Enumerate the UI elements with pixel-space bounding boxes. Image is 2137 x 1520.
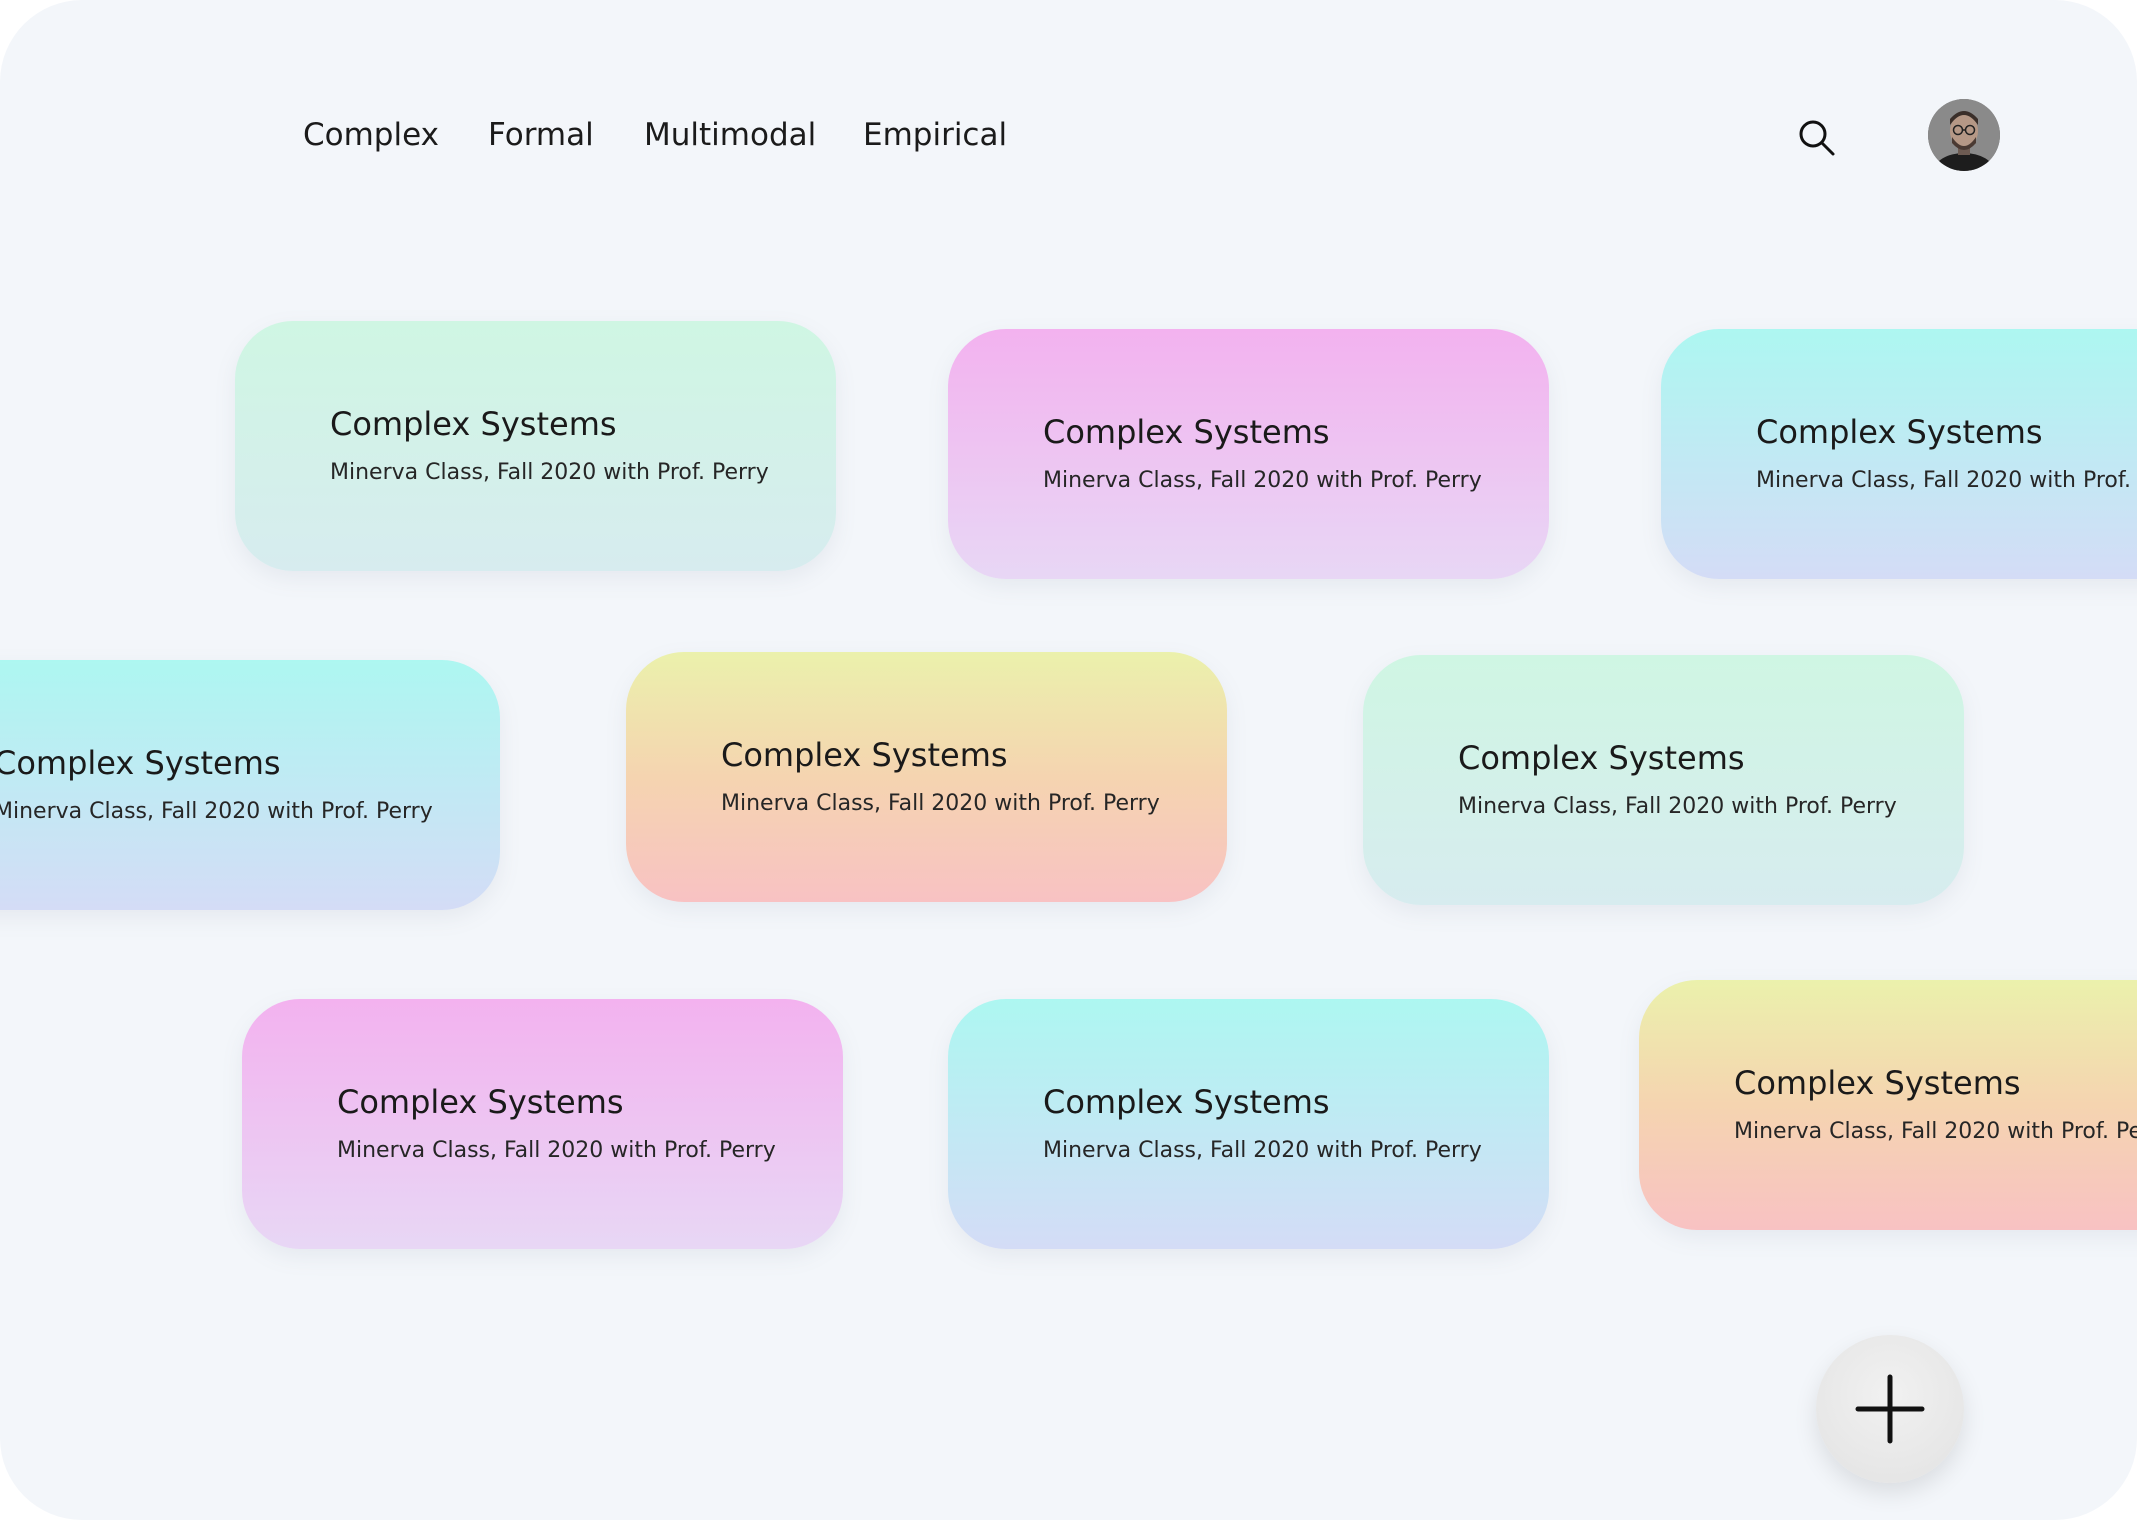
card-title: Complex Systems [330,405,617,443]
card-title: Complex Systems [1756,413,2043,451]
card-title: Complex Systems [1734,1064,2021,1102]
course-card[interactable]: Complex Systems Minerva Class, Fall 2020… [0,660,500,910]
nav-item-empirical[interactable]: Empirical [863,112,1007,158]
card-subtitle: Minerva Class, Fall 2020 with Prof. Perr… [0,799,433,824]
card-subtitle: Minerva Class, Fall 2020 with Prof. Perr… [1458,794,1897,819]
nav-item-formal[interactable]: Formal [488,112,594,158]
card-title: Complex Systems [1043,1083,1330,1121]
course-card[interactable]: Complex Systems Minerva Class, Fall 2020… [948,999,1549,1249]
course-card[interactable]: Complex Systems Minerva Class, Fall 2020… [1639,980,2137,1230]
avatar[interactable] [1928,99,2000,171]
nav-item-complex[interactable]: Complex [303,112,439,158]
course-card[interactable]: Complex Systems Minerva Class, Fall 2020… [1363,655,1964,905]
card-title: Complex Systems [337,1083,624,1121]
course-card[interactable]: Complex Systems Minerva Class, Fall 2020… [242,999,843,1249]
card-subtitle: Minerva Class, Fall 2020 with Prof. Perr… [337,1138,776,1163]
card-subtitle: Minerva Class, Fall 2020 with Prof. Perr… [721,791,1160,816]
course-card[interactable]: Complex Systems Minerva Class, Fall 2020… [626,652,1227,902]
plus-icon [1855,1374,1925,1444]
card-title: Complex Systems [0,744,281,782]
card-title: Complex Systems [1458,739,1745,777]
search-icon[interactable] [1795,116,1839,160]
course-card[interactable]: Complex Systems Minerva Class, Fall 2020… [235,321,836,571]
app-canvas: Complex Formal Multimodal Empirical Comp… [0,0,2137,1520]
card-subtitle: Minerva Class, Fall 2020 with Prof. Perr… [1756,468,2137,493]
card-subtitle: Minerva Class, Fall 2020 with Prof. Perr… [1043,468,1482,493]
card-title: Complex Systems [721,736,1008,774]
card-subtitle: Minerva Class, Fall 2020 with Prof. Perr… [1043,1138,1482,1163]
course-card[interactable]: Complex Systems Minerva Class, Fall 2020… [1661,329,2137,579]
card-subtitle: Minerva Class, Fall 2020 with Prof. Perr… [330,460,769,485]
card-title: Complex Systems [1043,413,1330,451]
add-button[interactable] [1816,1335,1964,1483]
course-card[interactable]: Complex Systems Minerva Class, Fall 2020… [948,329,1549,579]
nav-item-multimodal[interactable]: Multimodal [644,112,816,158]
card-subtitle: Minerva Class, Fall 2020 with Prof. Perr… [1734,1119,2137,1144]
